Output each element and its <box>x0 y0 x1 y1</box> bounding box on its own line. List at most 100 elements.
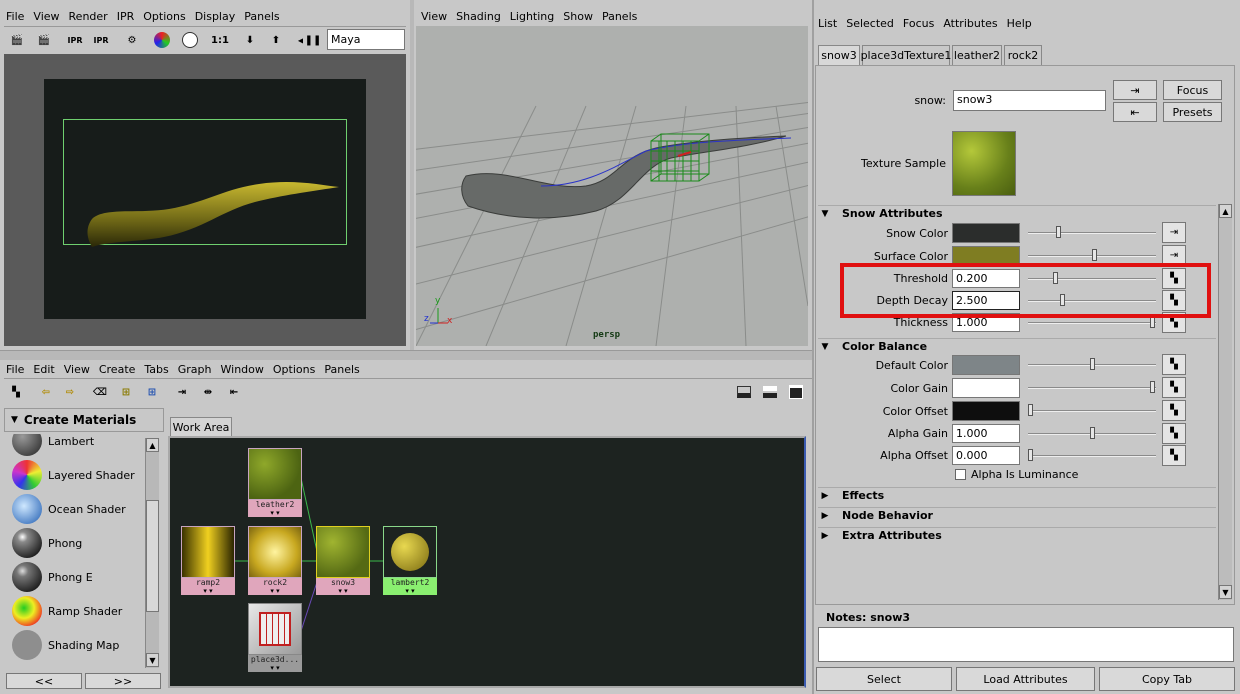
tab-leather2[interactable]: leather2 <box>952 45 1002 65</box>
section-color-balance[interactable]: ▼ Color Balance <box>818 338 1216 354</box>
input-connections-icon[interactable]: ⇥ <box>172 382 192 402</box>
input-connection-icon[interactable]: ⇥ <box>1113 80 1157 100</box>
hs-menu-panels[interactable]: Panels <box>324 363 359 376</box>
attr-menu-selected[interactable]: Selected <box>846 17 894 30</box>
hs-menu-graph[interactable]: Graph <box>178 363 212 376</box>
node-rock2[interactable]: rock2 ▾ ▾ <box>248 526 302 596</box>
scroll-right-button[interactable]: >> <box>85 673 161 689</box>
section-node-behavior[interactable]: ▶ Node Behavior <box>818 507 1216 523</box>
material-ramp-shader[interactable]: Ramp Shader <box>12 594 152 628</box>
scroll-up-icon[interactable]: ▲ <box>146 438 159 452</box>
texture-sample-swatch[interactable] <box>952 131 1016 196</box>
snow-color-slider[interactable] <box>1028 226 1156 238</box>
node-port-bar[interactable]: ▾ ▾ <box>383 587 437 595</box>
surface-color-slider[interactable] <box>1028 249 1156 261</box>
layout-top-icon[interactable] <box>734 382 754 402</box>
focus-button[interactable]: Focus <box>1163 80 1222 100</box>
render-menu-panels[interactable]: Panels <box>244 10 279 23</box>
material-layered-shader[interactable]: Layered Shader <box>12 458 152 492</box>
node-lambert2[interactable]: lambert2 ▾ ▾ <box>383 526 437 596</box>
attr-scrollbar[interactable]: ▲ ▼ <box>1218 204 1232 600</box>
notes-textarea[interactable] <box>818 627 1234 662</box>
ipr-refresh-icon[interactable]: IPR <box>91 30 111 50</box>
hs-menu-window[interactable]: Window <box>221 363 264 376</box>
renderer-dropdown[interactable]: Maya Software <box>327 29 405 65</box>
render-menu-file[interactable]: File <box>6 10 24 23</box>
persp-menu-shading[interactable]: Shading <box>456 10 501 23</box>
thickness-slider[interactable] <box>1028 316 1156 328</box>
attr-menu-attributes[interactable]: Attributes <box>943 17 997 30</box>
remove-image-icon[interactable]: ⬆ <box>266 30 286 50</box>
color-offset-map-icon[interactable]: ▚ <box>1162 400 1186 421</box>
keep-image-icon[interactable]: ⬇ <box>240 30 260 50</box>
section-extra-attributes[interactable]: ▶ Extra Attributes <box>818 527 1216 543</box>
render-settings-icon[interactable]: ⚙ <box>122 30 142 50</box>
arrow-right-icon[interactable]: ⇨ <box>60 382 80 402</box>
clapper-icon[interactable]: 🎬 <box>7 30 27 50</box>
scroll-thumb[interactable] <box>146 500 159 612</box>
materials-scrollbar[interactable]: ▲ ▼ <box>145 438 159 668</box>
node-port-bar[interactable]: ▾ ▾ <box>316 587 370 595</box>
alpha-gain-field[interactable]: 1.000 <box>952 424 1020 443</box>
persp-menu-panels[interactable]: Panels <box>602 10 637 23</box>
rgb-channels-icon[interactable] <box>152 30 172 50</box>
attr-menu-list[interactable]: List <box>818 17 837 30</box>
alpha-channel-icon[interactable] <box>180 30 200 50</box>
layout-bottom-icon[interactable] <box>760 382 780 402</box>
slider-knob[interactable] <box>1090 427 1095 439</box>
attr-menu-help[interactable]: Help <box>1007 17 1032 30</box>
slider-knob[interactable] <box>1090 358 1095 370</box>
persp-menu-view[interactable]: View <box>421 10 447 23</box>
graph-connections-icon[interactable]: ⊞ <box>142 382 162 402</box>
section-snow-attributes[interactable]: ▼ Snow Attributes <box>818 205 1216 221</box>
hs-menu-options[interactable]: Options <box>273 363 315 376</box>
material-lambert[interactable]: Lambert <box>12 434 152 458</box>
arrow-left-icon[interactable]: ⇦ <box>36 382 56 402</box>
snow-color-map-icon[interactable]: ⇥ <box>1162 222 1186 243</box>
output-connections-icon[interactable]: ⇤ <box>224 382 244 402</box>
create-materials-header[interactable]: ▼ Create Materials <box>4 408 164 432</box>
eraser-icon[interactable]: ⌫ <box>90 382 110 402</box>
attr-scroll-up-icon[interactable]: ▲ <box>1219 204 1232 218</box>
color-gain-swatch[interactable] <box>952 378 1020 398</box>
slider-knob[interactable] <box>1028 404 1033 416</box>
presets-button[interactable]: Presets <box>1163 102 1222 122</box>
real-size-button[interactable]: 1:1 <box>208 30 232 50</box>
render-menu-display[interactable]: Display <box>195 10 236 23</box>
persp-viewport[interactable]: y x z persp <box>416 26 808 346</box>
render-menu-options[interactable]: Options <box>143 10 185 23</box>
hs-menu-view[interactable]: View <box>64 363 90 376</box>
node-ramp2[interactable]: ramp2 ▾ ▾ <box>181 526 235 596</box>
persp-menu-show[interactable]: Show <box>563 10 593 23</box>
alpha-offset-field[interactable]: 0.000 <box>952 446 1020 465</box>
scroll-down-icon[interactable]: ▼ <box>146 653 159 667</box>
hs-menu-edit[interactable]: Edit <box>33 363 54 376</box>
render-menu-render[interactable]: Render <box>69 10 108 23</box>
tab-place3dtexture1[interactable]: place3dTexture1 <box>861 45 951 65</box>
hs-menu-file[interactable]: File <box>6 363 24 376</box>
color-offset-slider[interactable] <box>1028 404 1156 416</box>
select-button[interactable]: Select <box>816 667 952 691</box>
alpha-offset-slider[interactable] <box>1028 449 1156 461</box>
default-color-map-icon[interactable]: ▚ <box>1162 354 1186 375</box>
scroll-left-button[interactable]: << <box>6 673 82 689</box>
attr-scroll-down-icon[interactable]: ▼ <box>1219 585 1232 599</box>
clapper-region-icon[interactable]: 🎬 <box>34 30 54 50</box>
node-name-field[interactable]: snow3 <box>953 90 1106 111</box>
persp-menu-lighting[interactable]: Lighting <box>510 10 554 23</box>
material-shading-map[interactable]: Shading Map <box>12 628 152 662</box>
node-snow3[interactable]: snow3 ▾ ▾ <box>316 526 370 596</box>
tab-work-area[interactable]: Work Area <box>170 417 232 437</box>
default-color-swatch[interactable] <box>952 355 1020 375</box>
node-port-bar[interactable]: ▾ ▾ <box>181 587 235 595</box>
layout-full-icon[interactable] <box>786 382 806 402</box>
tab-snow3[interactable]: snow3 <box>818 45 860 65</box>
alpha-gain-map-icon[interactable]: ▚ <box>1162 423 1186 444</box>
color-gain-map-icon[interactable]: ▚ <box>1162 377 1186 398</box>
graph-network-icon[interactable]: ⊞ <box>116 382 136 402</box>
material-phong-e[interactable]: Phong E <box>12 560 152 594</box>
color-offset-swatch[interactable] <box>952 401 1020 421</box>
tab-rock2[interactable]: rock2 <box>1004 45 1042 65</box>
pause-icon[interactable]: ❚❚ <box>303 30 323 50</box>
io-connections-icon[interactable]: ⇹ <box>198 382 218 402</box>
